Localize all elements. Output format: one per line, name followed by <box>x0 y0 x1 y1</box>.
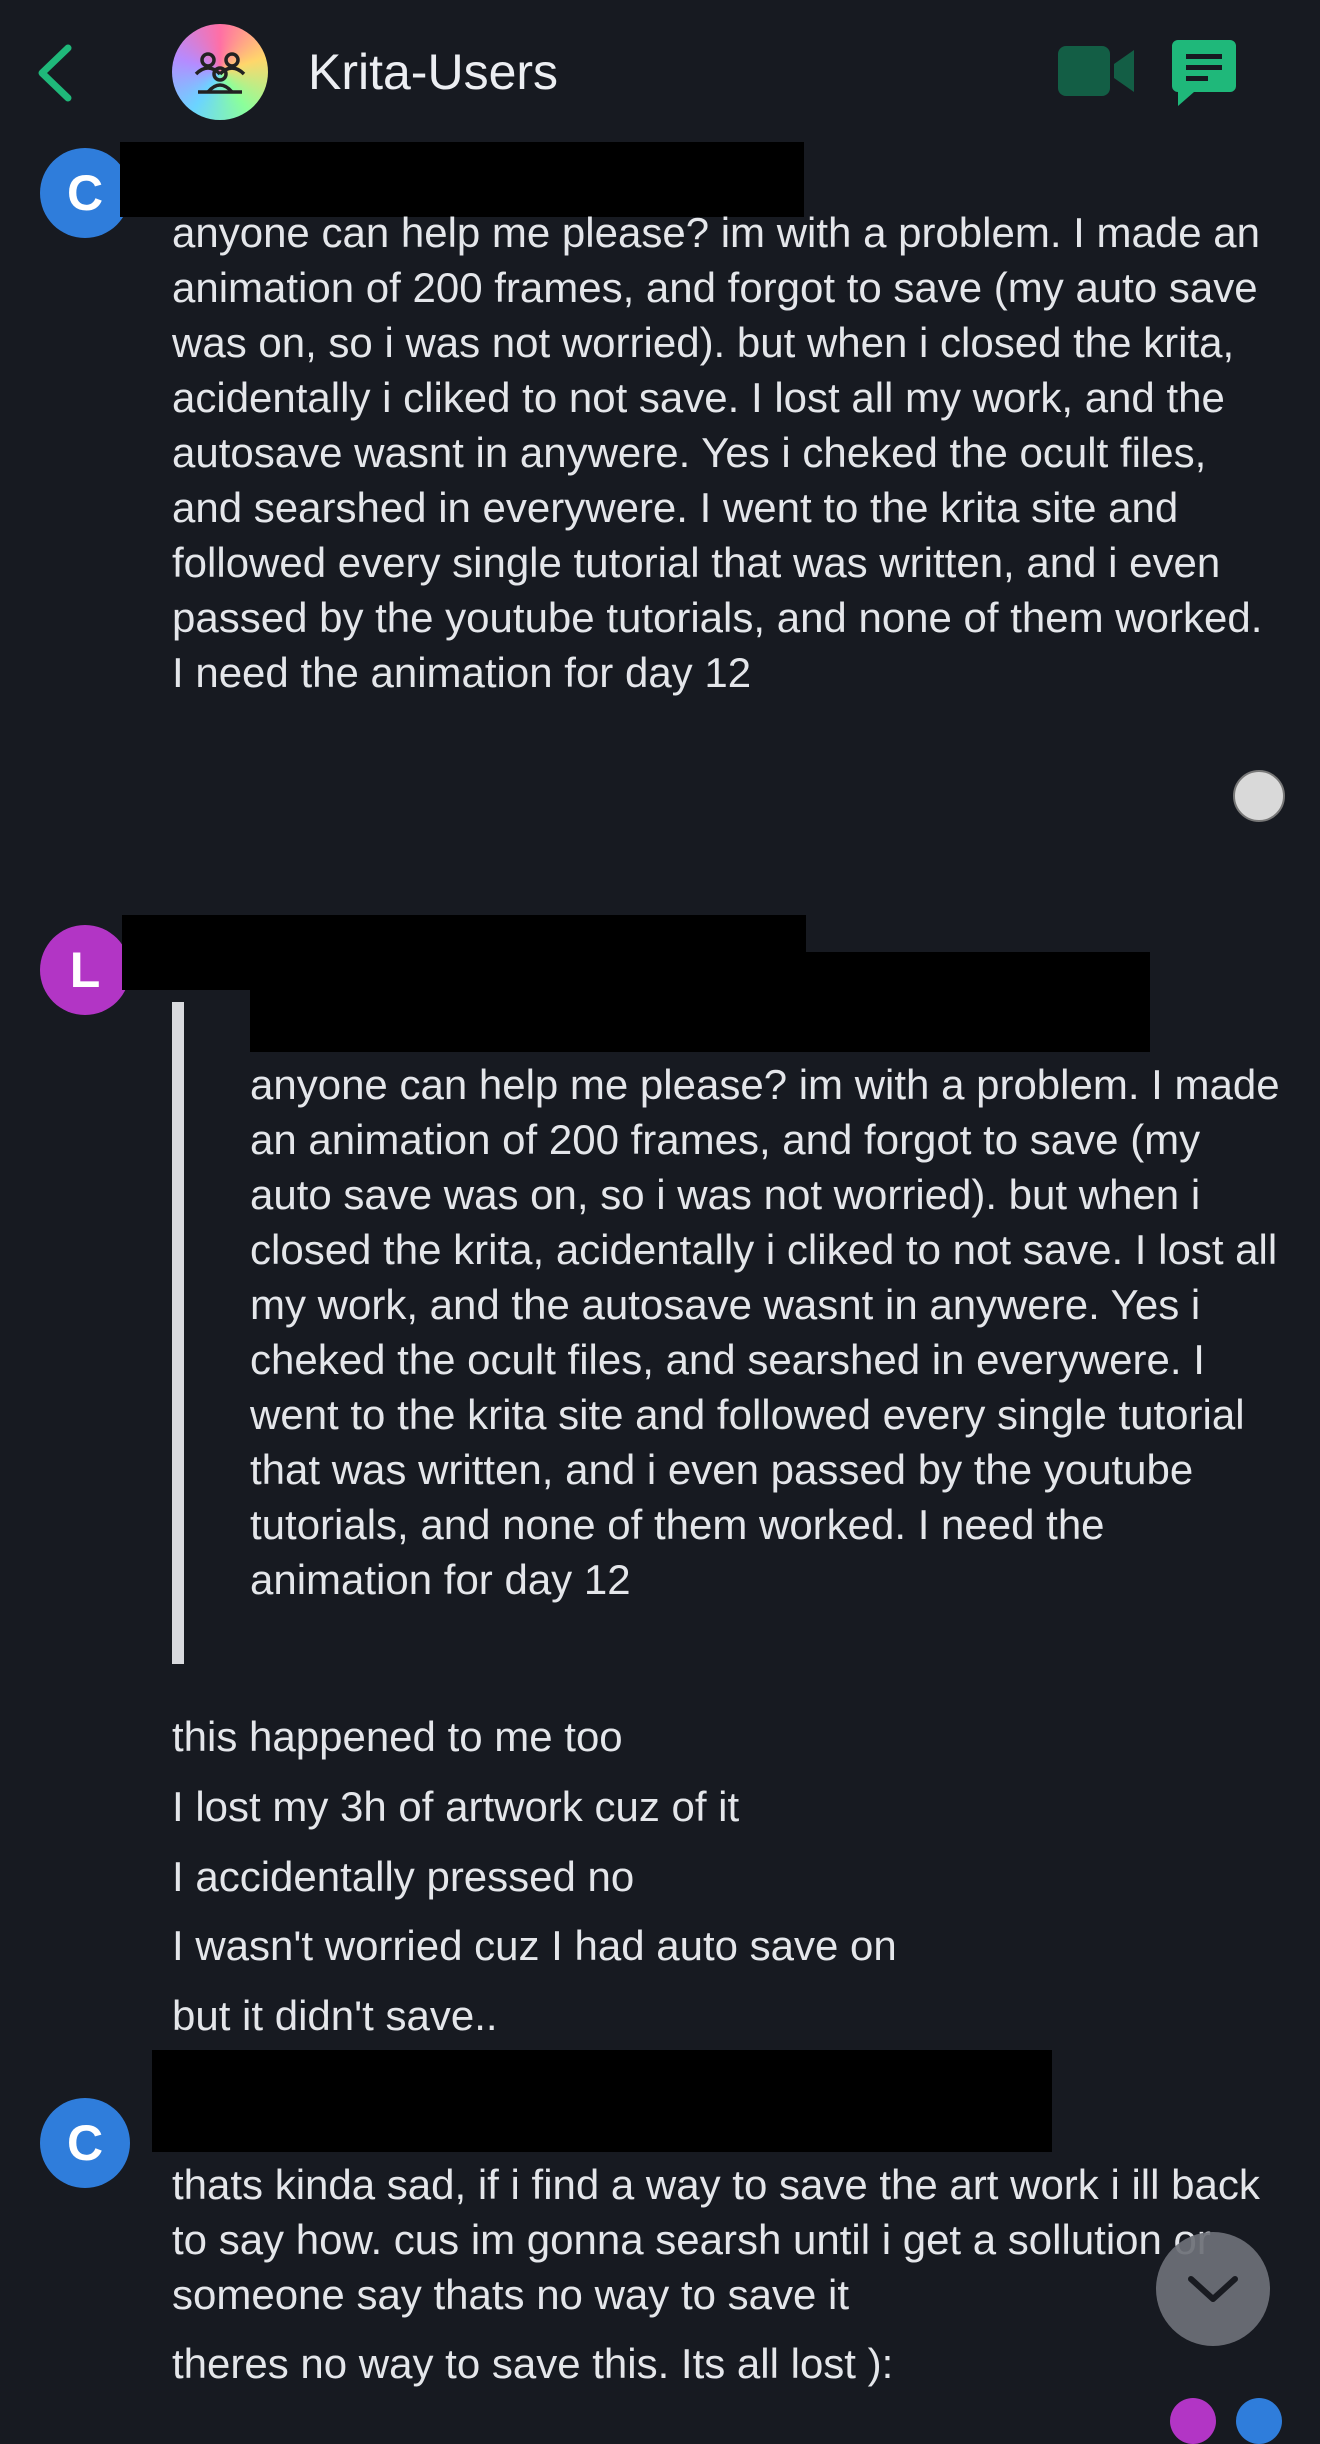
room-avatar[interactable] <box>172 24 268 120</box>
user-avatar[interactable]: C <box>40 2098 130 2188</box>
video-camera-icon <box>1058 46 1134 96</box>
read-receipt-avatar[interactable] <box>1233 770 1285 822</box>
chevron-left-icon <box>38 44 72 102</box>
video-call-button[interactable] <box>1058 44 1136 98</box>
redacted-quoted-sender <box>250 952 1150 1052</box>
user-avatar[interactable]: C <box>40 148 130 238</box>
typing-avatar <box>1236 2398 1282 2444</box>
user-avatar[interactable]: L <box>40 925 130 1015</box>
redacted-sender-name <box>152 2050 1052 2152</box>
chat-bubble-icon <box>1172 40 1236 106</box>
chevron-down-icon <box>1188 2276 1238 2302</box>
message-line: but it didn't save.. <box>172 1992 498 2039</box>
message-line: theres no way to save this. Its all lost… <box>172 2340 894 2387</box>
message-body: thats kinda sad, if i find a way to save… <box>172 2161 1260 2318</box>
scroll-to-bottom-button[interactable] <box>1156 2232 1270 2346</box>
quote-bar <box>172 1002 184 1664</box>
group-people-icon <box>194 52 246 94</box>
quoted-message[interactable]: anyone can help me please? im with a pro… <box>250 1057 1280 1607</box>
threads-button[interactable] <box>1172 38 1236 108</box>
room-title[interactable]: Krita-Users <box>308 40 558 104</box>
typing-avatar <box>1170 2398 1216 2444</box>
back-button[interactable] <box>32 38 82 108</box>
message-line: I accidentally pressed no <box>172 1853 635 1900</box>
message-body: anyone can help me please? im with a pro… <box>172 209 1263 696</box>
message-line: I wasn't worried cuz I had auto save on <box>172 1922 897 1969</box>
message-line: I lost my 3h of artwork cuz of it <box>172 1783 740 1830</box>
message-line: this happened to me too <box>172 1713 623 1760</box>
